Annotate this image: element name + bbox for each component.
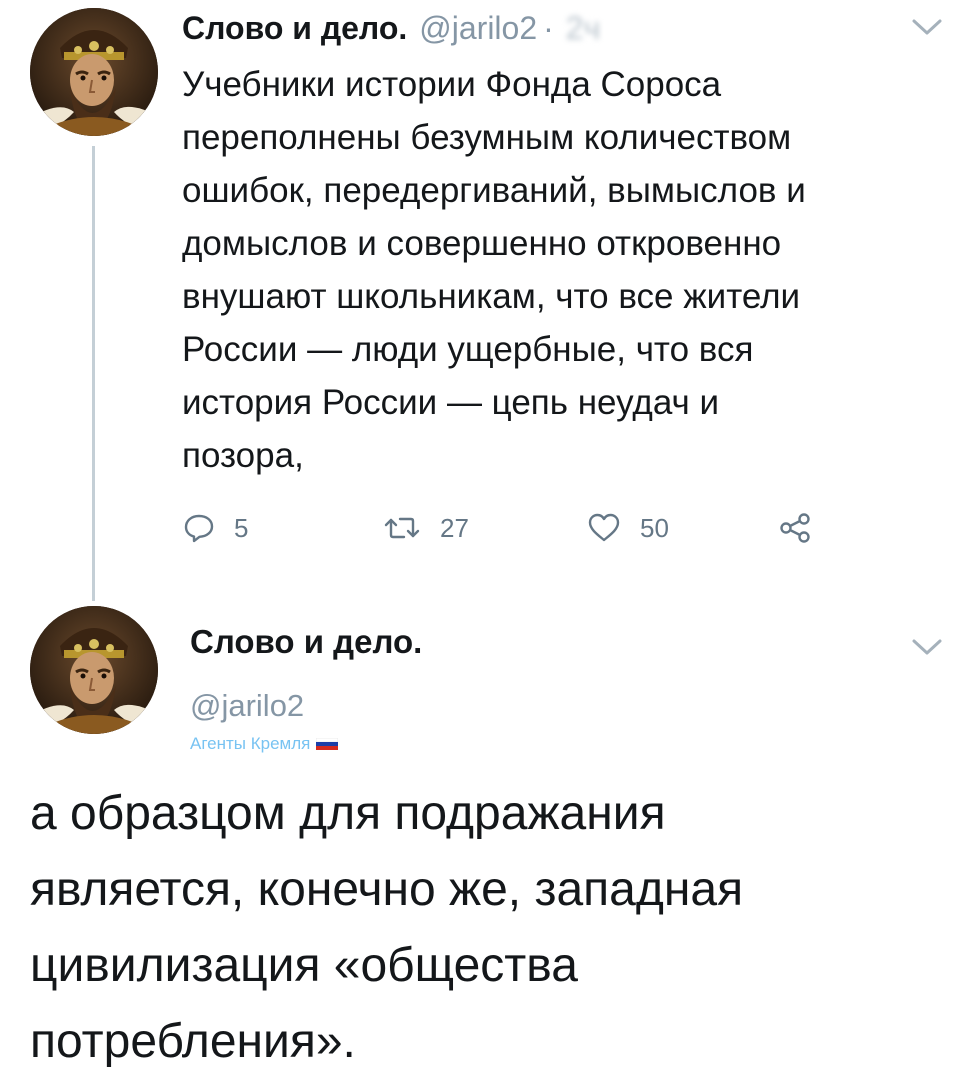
tweet-text-line: является, конечно же, западная [30, 863, 744, 916]
author-name[interactable]: Слово и дело. [190, 623, 422, 661]
author-handle[interactable]: @jarilo2 [419, 10, 537, 47]
tweet-header: Слово и дело. @jarilo2 · 2ч [182, 8, 600, 48]
thread-connector-line [92, 146, 95, 601]
share-button[interactable] [778, 508, 814, 548]
tweet-text-line: переполнены безумным количеством [182, 118, 792, 157]
tweet-text-line: позора, [182, 436, 304, 475]
share-icon [778, 511, 814, 545]
author-handle[interactable]: @jarilo2 [190, 688, 304, 724]
tweet-text-line: домыслов и совершенно откровенно [182, 224, 782, 263]
reply-icon [182, 511, 216, 545]
tweet-actions: 5 27 50 [182, 508, 842, 548]
like-count: 50 [640, 512, 669, 543]
tweet-text-line: потребления». [30, 1015, 356, 1068]
tweet-text-line: России — люди ущербные, что вся [182, 330, 754, 369]
tweet-text-line: внушают школьникам, что все жители [182, 277, 801, 316]
author-avatar[interactable] [30, 8, 158, 136]
account-label: Агенты Кремля [190, 733, 339, 755]
tweet-text-line: цивилизация «общества [30, 939, 578, 992]
heart-icon [586, 511, 622, 545]
retweet-count: 27 [440, 512, 469, 543]
tweet-1[interactable]: Слово и дело. @jarilo2 · 2ч Учебники ист… [0, 0, 980, 601]
portrait-avatar-image [30, 606, 158, 734]
tweet-text: а образцом для подражания является, коне… [30, 776, 960, 1080]
header-separator: · [543, 9, 554, 46]
author-avatar[interactable] [30, 606, 158, 734]
russian-flag-icon [316, 738, 339, 750]
like-button[interactable]: 50 [586, 508, 669, 548]
tweet-text-line: Учебники истории Фонда Сороса [182, 65, 722, 104]
chevron-down-icon[interactable] [910, 16, 944, 38]
tweet-text: Учебники истории Фонда Сороса переполнен… [182, 58, 952, 482]
account-label-text: Агенты Кремля [190, 734, 311, 753]
chevron-down-icon[interactable] [910, 636, 944, 658]
reply-count: 5 [234, 512, 249, 543]
tweet-text-line: ошибок, передергиваний, вымыслов и [182, 171, 806, 210]
retweet-button[interactable]: 27 [382, 508, 469, 548]
tweet-text-line: история России — цепь неудач и [182, 383, 720, 422]
tweet-timestamp[interactable]: 2ч [566, 10, 600, 47]
retweet-icon [382, 511, 422, 545]
reply-button[interactable]: 5 [182, 508, 248, 548]
portrait-avatar-image [30, 8, 158, 136]
tweet-text-line: а образцом для подражания [30, 787, 666, 840]
author-name[interactable]: Слово и дело. [182, 10, 407, 47]
